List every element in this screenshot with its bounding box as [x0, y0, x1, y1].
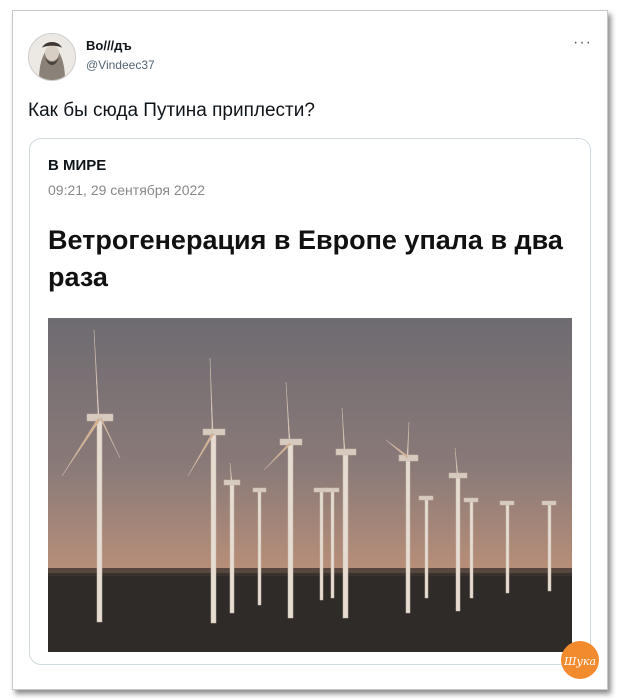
author-handle[interactable]: @Vindeec37	[86, 58, 155, 72]
avatar-portrait-icon	[29, 34, 75, 80]
tweet-text: Как бы сюда Путина приплести?	[28, 100, 315, 121]
article-headline[interactable]: Ветрогенерация в Европе упала в два раза	[48, 222, 588, 296]
author-name[interactable]: Во///дъ	[86, 38, 132, 53]
svg-text:Шука: Шука	[563, 655, 596, 668]
article-section: В МИРЕ	[48, 157, 107, 174]
wind-farm-photo[interactable]	[48, 318, 572, 652]
article-date: 09:21, 29 сентября 2022	[48, 182, 206, 198]
more-options-icon[interactable]: ···	[573, 34, 592, 52]
watermark-logo: Шука	[561, 641, 599, 679]
avatar[interactable]	[28, 33, 76, 81]
